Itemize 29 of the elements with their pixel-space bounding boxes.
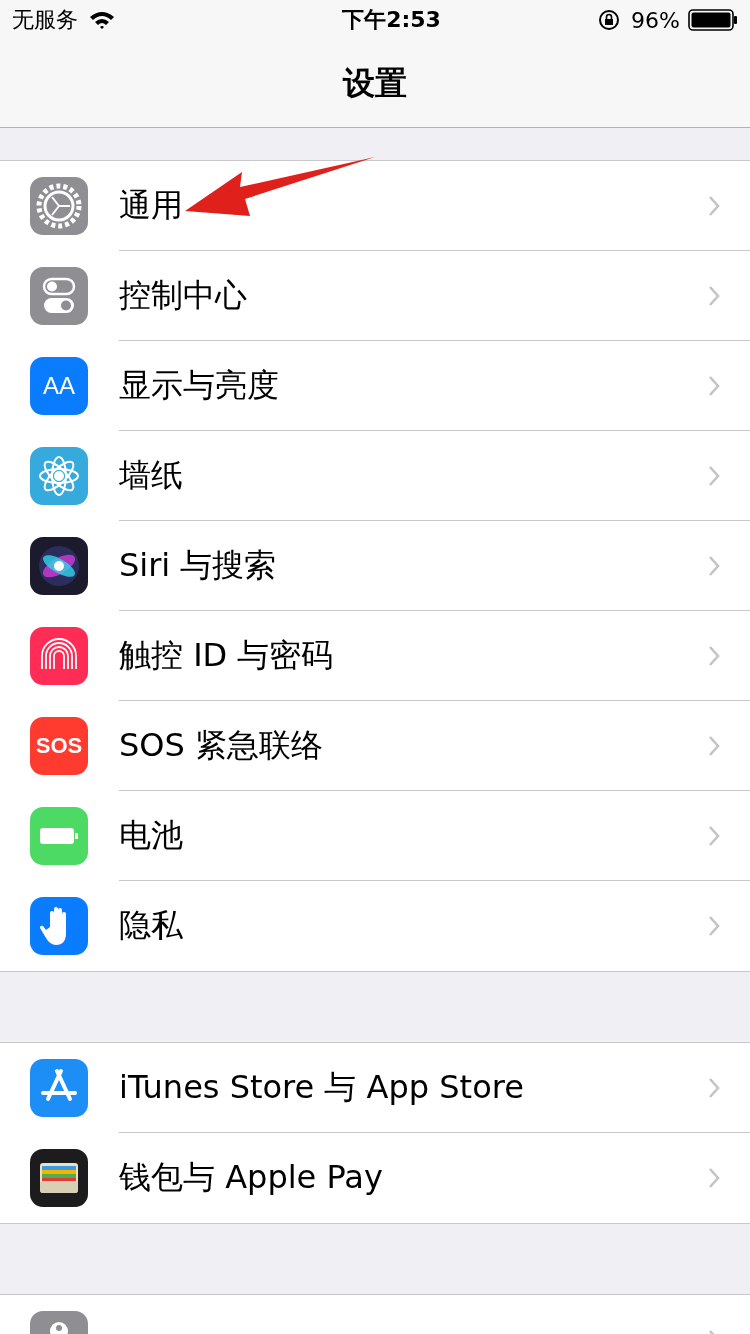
- chevron-icon: [708, 464, 720, 487]
- page-title: 设置: [343, 62, 407, 104]
- gear-icon: [30, 177, 88, 235]
- toggle-icon: [30, 267, 88, 325]
- battery-percent: 96%: [631, 7, 680, 33]
- chevron-icon: [708, 194, 720, 217]
- chevron-icon: [708, 734, 720, 757]
- battery-icon: [30, 807, 88, 865]
- flower-icon: [30, 447, 88, 505]
- text-size-icon: AA: [30, 357, 88, 415]
- chevron-icon: [708, 824, 720, 847]
- orb-icon: [30, 537, 88, 595]
- chevron-icon: [708, 374, 720, 397]
- chevron-icon: [708, 1076, 720, 1099]
- rotation-lock-icon: [597, 8, 622, 32]
- wifi-icon: [88, 10, 116, 30]
- hand-icon: [30, 897, 88, 955]
- chevron-icon: [708, 554, 720, 577]
- app-store-icon: [30, 1059, 88, 1117]
- chevron-icon: [708, 644, 720, 667]
- carrier-label: 无服务: [12, 6, 78, 34]
- battery-icon: [688, 9, 738, 31]
- status-time: 下午2:53: [341, 6, 442, 34]
- chevron-icon: [708, 1167, 720, 1189]
- fingerprint-icon: [30, 627, 88, 685]
- wallet-icon: [30, 1149, 88, 1207]
- chevron-icon: [708, 284, 720, 307]
- chevron-icon: [708, 915, 720, 937]
- sos-icon: SOS: [30, 717, 88, 775]
